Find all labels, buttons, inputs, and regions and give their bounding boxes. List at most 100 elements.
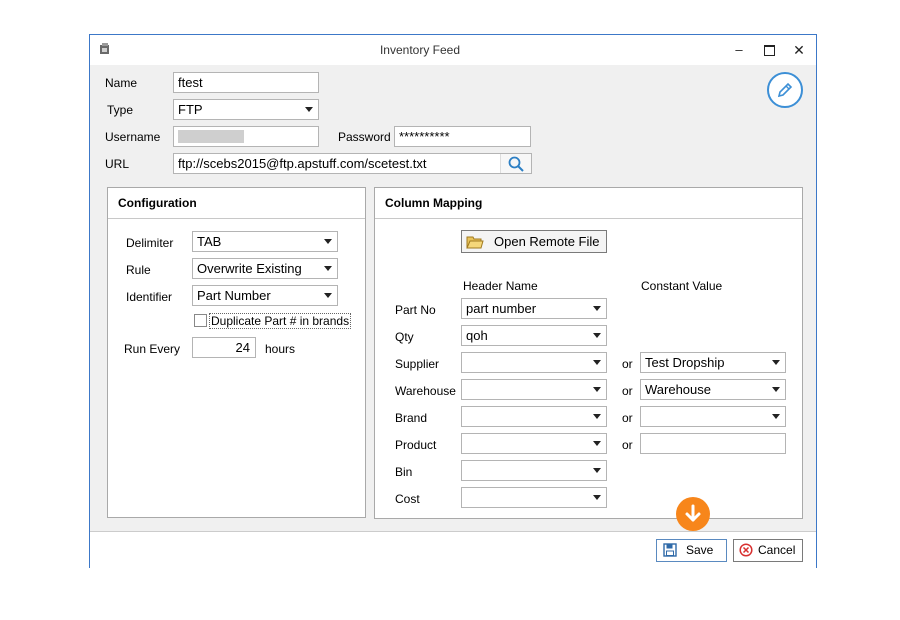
chevron-down-icon: [593, 495, 601, 500]
row-label: Qty: [395, 330, 414, 344]
column-mapping-panel: Column Mapping Open Remote File Header N…: [374, 187, 803, 519]
divider: [375, 218, 802, 219]
identifier-label: Identifier: [126, 290, 173, 304]
password-label: Password: [338, 130, 391, 144]
row-label: Cost: [395, 492, 420, 506]
name-input[interactable]: ftest: [173, 72, 319, 93]
or-label: or: [622, 411, 633, 425]
constant-select[interactable]: Test Dropship: [640, 352, 786, 373]
name-label: Name: [105, 76, 138, 90]
chevron-down-icon: [324, 239, 332, 244]
chevron-down-icon: [772, 414, 780, 419]
delimiter-value: TAB: [197, 234, 222, 249]
delimiter-select[interactable]: TAB: [192, 231, 338, 252]
folder-open-icon: [466, 236, 484, 249]
row-label: Warehouse: [395, 384, 456, 398]
type-label: Type: [107, 103, 134, 117]
header-select[interactable]: [461, 487, 607, 508]
header-select[interactable]: [461, 352, 607, 373]
chevron-down-icon: [324, 293, 332, 298]
constant-select[interactable]: [640, 406, 786, 427]
title-bar: Inventory Feed – ✕: [90, 35, 816, 65]
open-remote-file-button[interactable]: Open Remote File: [461, 230, 607, 253]
header-select[interactable]: [461, 460, 607, 481]
search-icon: [508, 156, 524, 172]
type-select[interactable]: FTP: [173, 99, 319, 120]
chevron-down-icon: [593, 360, 601, 365]
password-input[interactable]: **********: [394, 126, 531, 147]
identifier-select[interactable]: Part Number: [192, 285, 338, 306]
chevron-down-icon: [593, 387, 601, 392]
constant-value-heading: Constant Value: [641, 279, 723, 293]
save-label: Save: [686, 543, 714, 557]
username-blur: [178, 130, 244, 143]
configuration-title: Configuration: [118, 196, 197, 210]
maximize-button[interactable]: [758, 39, 780, 61]
pencil-icon: [777, 82, 793, 98]
type-select-value: FTP: [178, 102, 203, 117]
column-mapping-title: Column Mapping: [385, 196, 483, 210]
url-search-button[interactable]: [500, 154, 531, 173]
inventory-feed-window: Inventory Feed – ✕ Name ftest Type FTP U…: [89, 34, 817, 568]
run-every-label: Run Every: [124, 342, 181, 356]
rule-select[interactable]: Overwrite Existing: [192, 258, 338, 279]
open-remote-file-label: Open Remote File: [494, 234, 600, 249]
rule-label: Rule: [126, 263, 151, 277]
row-label: Part No: [395, 303, 436, 317]
or-label: or: [622, 438, 633, 452]
row-label: Brand: [395, 411, 428, 425]
constant-input[interactable]: [640, 433, 786, 454]
chevron-down-icon: [593, 441, 601, 446]
url-input[interactable]: ftp://scebs2015@ftp.apstuff.com/scetest.…: [173, 153, 532, 174]
cancel-label: Cancel: [758, 543, 796, 557]
chevron-down-icon: [772, 360, 780, 365]
row-label: Supplier: [395, 357, 440, 371]
or-label: or: [622, 357, 633, 371]
floppy-disk-icon: [663, 543, 677, 557]
username-input[interactable]: [173, 126, 319, 147]
identifier-value: Part Number: [197, 288, 271, 303]
footer-bar: Save Cancel: [90, 531, 816, 568]
chevron-down-icon: [772, 387, 780, 392]
row-label: Bin: [395, 465, 413, 479]
header-select-value: qoh: [466, 328, 488, 343]
constant-select-value: Warehouse: [645, 382, 711, 397]
scroll-down-indicator: [676, 497, 710, 531]
cancel-button[interactable]: Cancel: [733, 539, 803, 562]
edit-button[interactable]: [767, 72, 803, 108]
header-select[interactable]: qoh: [461, 325, 607, 346]
minimize-button[interactable]: –: [728, 39, 750, 61]
url-label: URL: [105, 157, 130, 171]
window-title: Inventory Feed: [379, 43, 461, 57]
chevron-down-icon: [305, 107, 313, 112]
run-every-input[interactable]: 24: [192, 337, 256, 358]
duplicate-label[interactable]: Duplicate Part # in brands: [209, 313, 352, 329]
duplicate-checkbox[interactable]: [194, 314, 207, 327]
divider: [108, 218, 365, 219]
chevron-down-icon: [593, 306, 601, 311]
username-label: Username: [105, 130, 161, 144]
cancel-icon: [739, 543, 753, 557]
header-name-heading: Header Name: [463, 279, 538, 293]
close-button[interactable]: ✕: [788, 39, 810, 61]
arrow-down-icon: [685, 504, 701, 522]
header-select[interactable]: [461, 406, 607, 427]
constant-select[interactable]: Warehouse: [640, 379, 786, 400]
header-select[interactable]: part number: [461, 298, 607, 319]
chevron-down-icon: [593, 468, 601, 473]
chevron-down-icon: [593, 333, 601, 338]
or-label: or: [622, 384, 633, 398]
configuration-panel: Configuration Delimiter TAB Rule Overwri…: [107, 187, 366, 518]
save-button[interactable]: Save: [656, 539, 727, 562]
chevron-down-icon: [324, 266, 332, 271]
row-label: Product: [395, 438, 437, 452]
rule-value: Overwrite Existing: [197, 261, 302, 276]
header-select[interactable]: [461, 379, 607, 400]
header-select[interactable]: [461, 433, 607, 454]
header-select-value: part number: [466, 301, 537, 316]
url-value: ftp://scebs2015@ftp.apstuff.com/scetest.…: [178, 156, 427, 171]
maximize-icon: [763, 45, 775, 57]
hours-label: hours: [265, 342, 296, 356]
constant-select-value: Test Dropship: [645, 355, 725, 370]
chevron-down-icon: [593, 414, 601, 419]
